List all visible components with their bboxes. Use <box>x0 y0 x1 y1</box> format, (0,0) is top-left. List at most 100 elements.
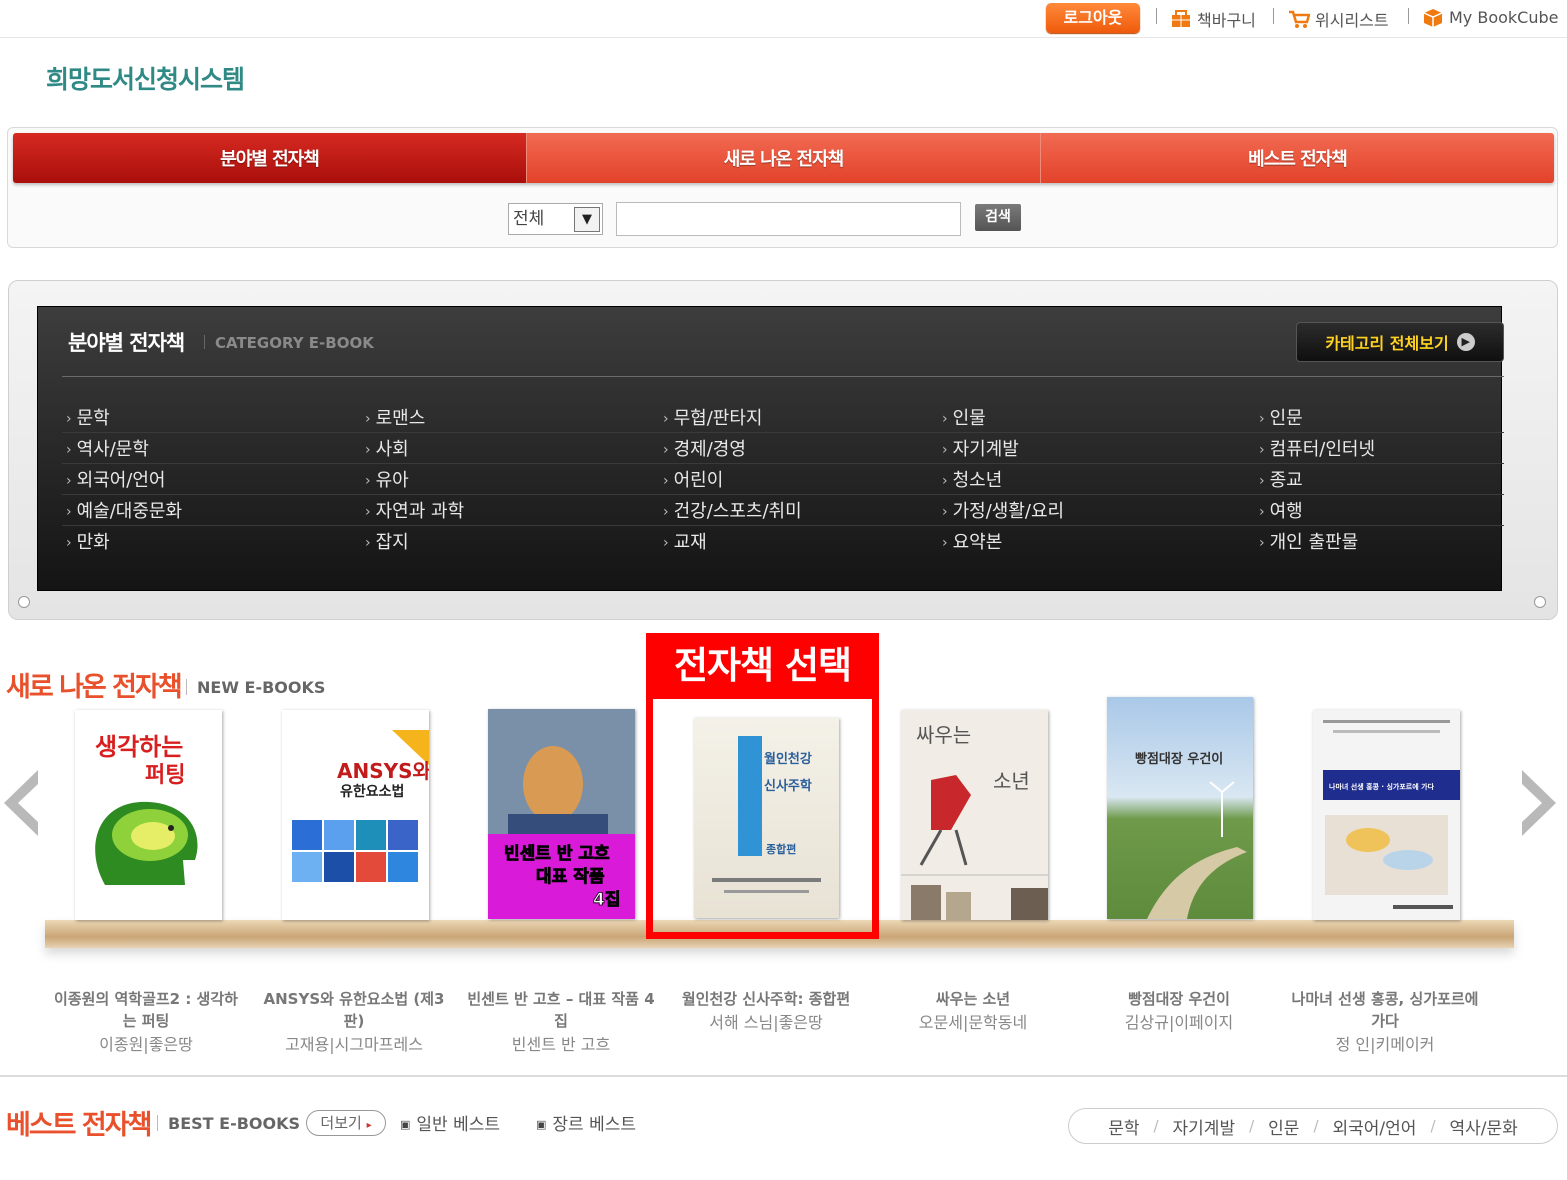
cover-text: 빈센트 반 고흐 <box>504 844 610 864</box>
genre-link[interactable]: 문학 <box>1108 1114 1139 1139</box>
book-cover-art: 빵점대장 우건이 <box>1135 751 1247 919</box>
book-info: 이종원의 역학골프2 : 생각하는 퍼팅 이종원|좋은땅 <box>48 988 244 1058</box>
book-title[interactable]: 이종원의 역학골프2 : 생각하는 퍼팅 <box>48 988 244 1032</box>
chevron-right-icon[interactable] <box>1520 770 1556 836</box>
category-link[interactable]: 자기계발 <box>942 435 1019 461</box>
logout-button[interactable]: 로그아웃 <box>1046 3 1140 33</box>
book-cover-art: 빈센트 반 고흐 대표 작품 4집 <box>488 709 635 919</box>
divider <box>1156 8 1157 24</box>
category-link[interactable]: 예술/대중문화 <box>66 497 182 523</box>
book-cover-art: 싸우는 소년 <box>901 723 1048 920</box>
category-link[interactable]: 무협/판타지 <box>663 404 763 430</box>
more-button[interactable]: 더보기 ▸ <box>306 1110 386 1136</box>
book-author: 이종원|좋은땅 <box>99 1035 193 1054</box>
cover-text: 나마녀 선생 홍콩 · 싱가포르에 가다 <box>1329 782 1435 791</box>
selection-label: 전자책 선택 <box>646 633 879 699</box>
category-link[interactable]: 교재 <box>663 528 707 554</box>
book-info: ANSYS와 유한요소법 (제3판) 고재용|시그마프레스 <box>256 988 452 1058</box>
book-cover-5[interactable]: 싸우는 소년 <box>901 710 1048 920</box>
category-link[interactable]: 어린이 <box>663 466 724 492</box>
category-link[interactable]: 컴퓨터/인터넷 <box>1259 435 1375 461</box>
category-link[interactable]: 여행 <box>1259 497 1303 523</box>
mybookcube-link[interactable]: My BookCube <box>1422 7 1559 27</box>
genre-best-link[interactable]: 장르 베스트 <box>536 1110 636 1135</box>
book-author: 고재용|시그마프레스 <box>285 1035 423 1054</box>
book-cover-6[interactable]: 빵점대장 우건이 <box>1107 697 1253 919</box>
category-link[interactable]: 만화 <box>66 528 110 554</box>
chevron-down-icon[interactable]: ▼ <box>574 207 600 232</box>
category-link[interactable]: 요약본 <box>942 528 1003 554</box>
category-subtitle: CATEGORY E-BOOK <box>204 334 374 352</box>
category-link[interactable]: 종교 <box>1259 466 1303 492</box>
tab-category-ebooks[interactable]: 분야별 전자책 <box>13 133 526 183</box>
category-link[interactable]: 경제/경영 <box>663 435 746 461</box>
book-title[interactable]: 싸우는 소년 <box>875 988 1071 1010</box>
chevron-left-icon[interactable] <box>4 770 40 836</box>
site-title[interactable]: 희망도서신청시스템 <box>46 60 245 96</box>
cover-text: 퍼팅 <box>145 763 185 788</box>
book-cover-2[interactable]: ANSYS와 유한요소법 <box>282 710 429 920</box>
category-link[interactable]: 청소년 <box>942 466 1003 492</box>
category-link[interactable]: 역사/문학 <box>66 435 149 461</box>
separator: / <box>1249 1117 1255 1135</box>
genre-link[interactable]: 자기계발 <box>1173 1114 1236 1139</box>
category-link[interactable]: 잡지 <box>365 528 409 554</box>
wishlist-label: 위시리스트 <box>1315 11 1389 30</box>
category-link[interactable]: 개인 출판물 <box>1259 528 1359 554</box>
category-link[interactable]: 건강/스포츠/취미 <box>663 497 802 523</box>
cover-text: ANSYS와 <box>337 759 429 783</box>
general-best-link[interactable]: 일반 베스트 <box>400 1110 500 1135</box>
category-link[interactable]: 외국어/언어 <box>66 466 166 492</box>
book-cover-3[interactable]: 빈센트 반 고흐 대표 작품 4집 <box>488 709 635 919</box>
book-info: 월인천강 신사주학: 종합편 서해 스님|좋은땅 <box>668 988 864 1036</box>
category-link[interactable]: 사회 <box>365 435 409 461</box>
search-input[interactable] <box>616 202 961 236</box>
book-cover-art: 나마녀 선생 홍콩 · 싱가포르에 가다 <box>1323 720 1460 909</box>
book-info: 빵점대장 우건이 김상규|이페이지 <box>1081 988 1277 1036</box>
mybookcube-label: My BookCube <box>1449 7 1559 27</box>
book-info: 나마녀 선생 홍콩, 싱가포르에 가다 정 인|키메이커 <box>1287 988 1483 1058</box>
book-author: 서해 스님|좋은땅 <box>709 1013 823 1032</box>
search-scope-select[interactable]: 전체 ▼ <box>508 203 603 235</box>
tab-best-ebooks[interactable]: 베스트 전자책 <box>1040 133 1554 183</box>
bolt-decoration <box>1534 596 1546 608</box>
category-link[interactable]: 인문 <box>1259 404 1303 430</box>
book-title[interactable]: ANSYS와 유한요소법 (제3판) <box>256 988 452 1032</box>
book-cover-1[interactable]: 생각하는 퍼팅 <box>75 710 222 920</box>
book-title[interactable]: 빵점대장 우건이 <box>1081 988 1277 1010</box>
category-link[interactable]: 유아 <box>365 466 409 492</box>
book-title[interactable]: 나마녀 선생 홍콩, 싱가포르에 가다 <box>1287 988 1483 1032</box>
genre-filter: 문학 / 자기계발 / 인문 / 외국어/언어 / 역사/문화 <box>1068 1108 1558 1144</box>
tab-new-ebooks[interactable]: 새로 나온 전자책 <box>526 133 1040 183</box>
view-all-categories-button[interactable]: 카테고리 전체보기 ▶ <box>1296 322 1504 362</box>
cover-text: 싸우는 <box>916 723 971 747</box>
search-bar: 전체 ▼ 검색 <box>508 202 1021 236</box>
category-link[interactable]: 로맨스 <box>365 404 426 430</box>
divider <box>1273 8 1274 24</box>
category-row: 예술/대중문화 자연과 과학 건강/스포츠/취미 가정/생활/요리 여행 <box>62 495 1504 526</box>
category-link[interactable]: 자연과 과학 <box>365 497 465 523</box>
chevron-right-icon: ▸ <box>366 1120 372 1131</box>
genre-link[interactable]: 인문 <box>1268 1114 1299 1139</box>
book-title[interactable]: 월인천강 신사주학: 종합편 <box>668 988 864 1010</box>
search-scope-value: 전체 <box>513 209 545 229</box>
genre-link[interactable]: 역사/문화 <box>1450 1114 1518 1139</box>
category-link[interactable]: 문학 <box>66 404 110 430</box>
genre-link[interactable]: 외국어/언어 <box>1333 1114 1417 1139</box>
book-author: 정 인|키메이커 <box>1335 1035 1435 1054</box>
wishlist-link[interactable]: 위시리스트 <box>1288 7 1389 31</box>
more-label: 더보기 <box>320 1114 362 1132</box>
separator: / <box>1153 1117 1159 1135</box>
book-author: 김상규|이페이지 <box>1124 1013 1234 1032</box>
book-cover-art: ANSYS와 유한요소법 <box>292 730 429 882</box>
cart-label: 책바구니 <box>1197 11 1256 30</box>
cart-link[interactable]: 책바구니 <box>1170 7 1256 31</box>
book-cover-7[interactable]: 나마녀 선생 홍콩 · 싱가포르에 가다 <box>1313 710 1460 920</box>
book-title[interactable]: 빈센트 반 고흐 – 대표 작품 4집 <box>463 988 659 1032</box>
category-row: 역사/문학 사회 경제/경영 자기계발 컴퓨터/인터넷 <box>62 433 1504 464</box>
category-link[interactable]: 가정/생활/요리 <box>942 497 1065 523</box>
category-link[interactable]: 인물 <box>942 404 986 430</box>
search-button[interactable]: 검색 <box>975 203 1021 231</box>
cover-text: 4집 <box>593 890 620 910</box>
main-nav: 분야별 전자책 새로 나온 전자책 베스트 전자책 <box>13 133 1554 183</box>
